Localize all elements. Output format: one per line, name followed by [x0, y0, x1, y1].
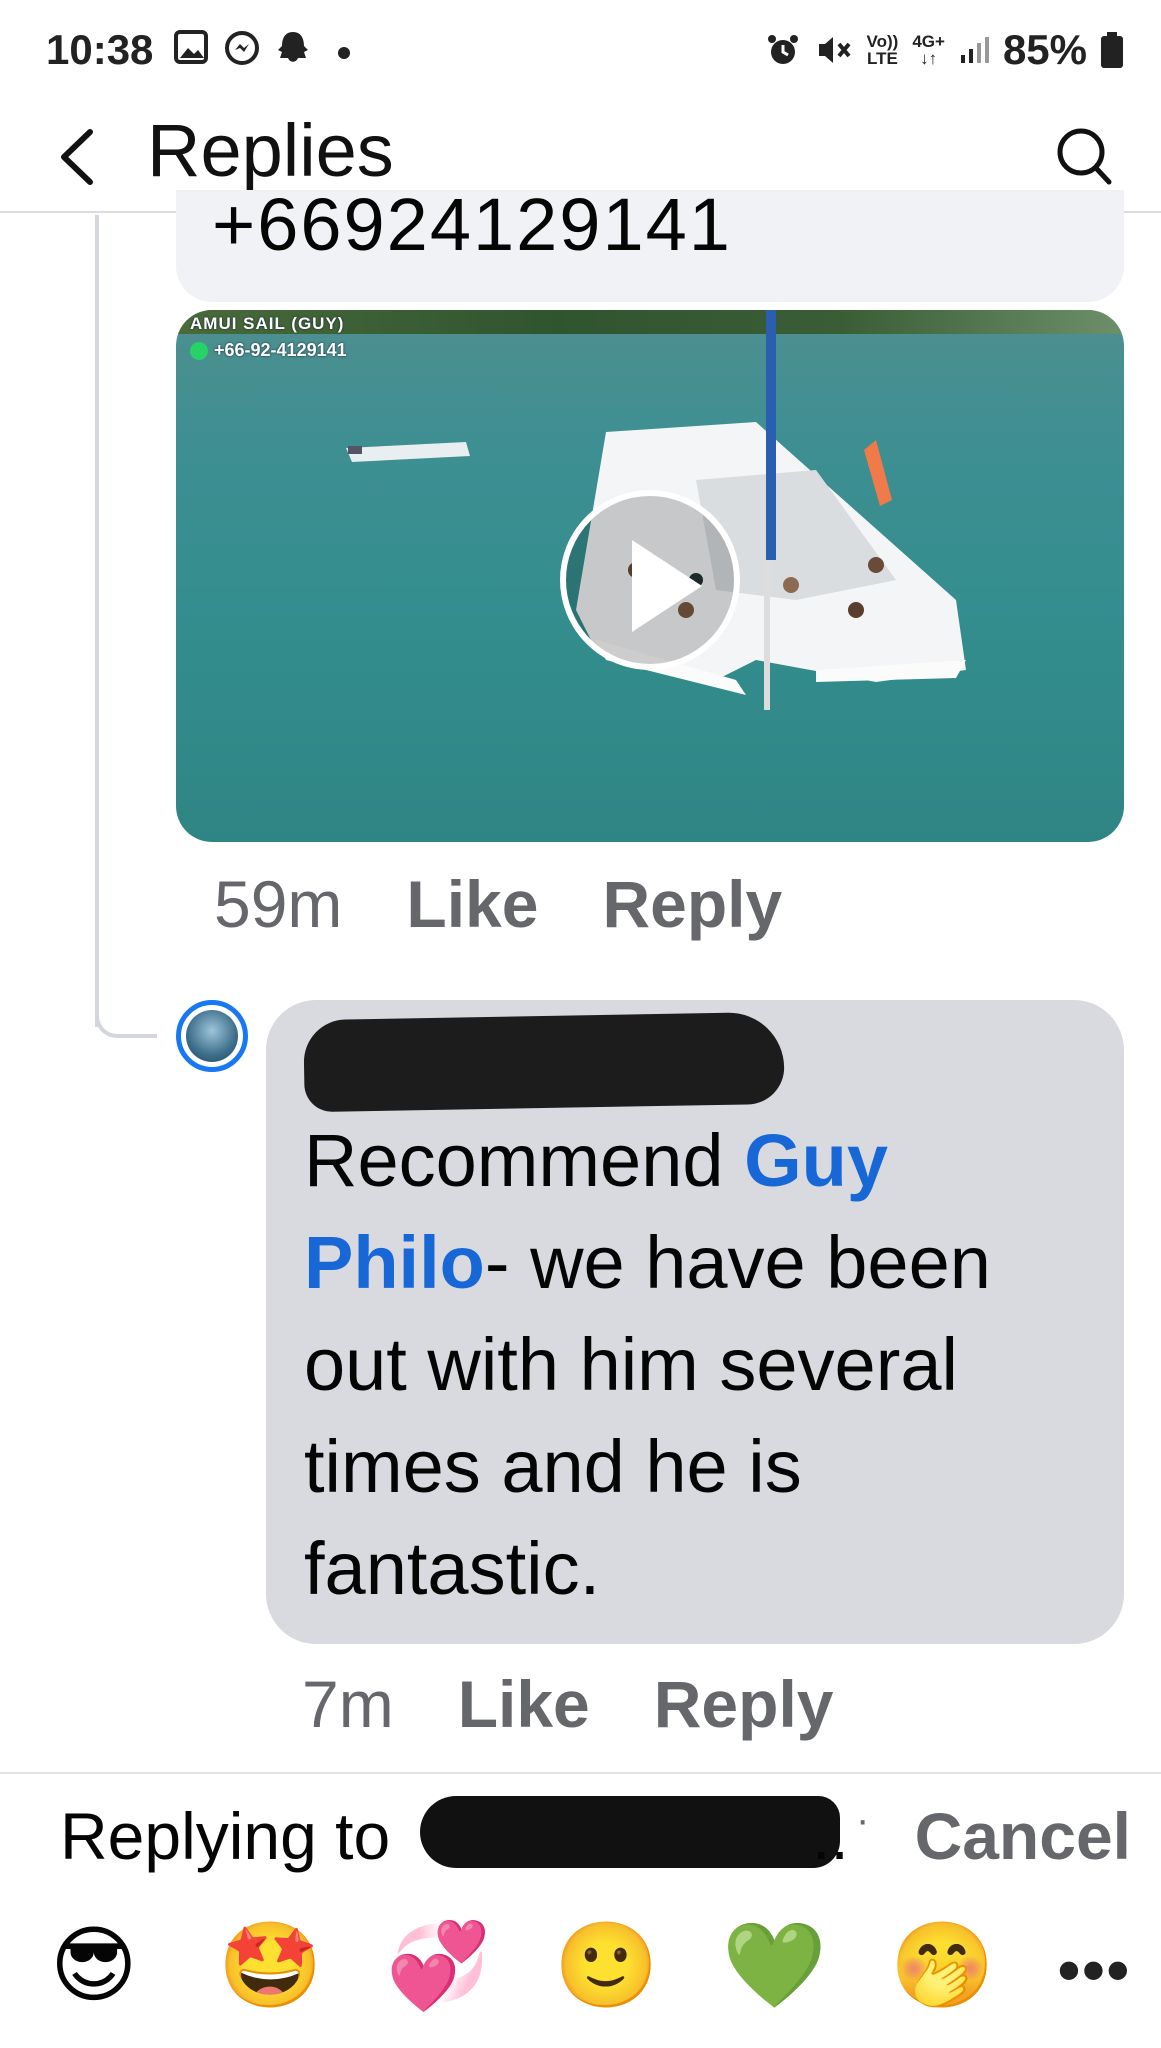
play-button[interactable] [560, 490, 740, 670]
redacted-recipient-name [420, 1796, 840, 1868]
snapchat-icon [278, 32, 308, 62]
name-ellipsis: .. [812, 1799, 849, 1873]
cancel-button[interactable]: Cancel [915, 1798, 1131, 1874]
replying-to-label: Replying to [60, 1799, 391, 1873]
reply-button[interactable]: Reply [654, 1666, 834, 1742]
signal-icon [960, 37, 989, 63]
emoji-suggestion-bar: 😎 🤩 💞 🙂 💚 🤭 ••• [0, 1905, 1161, 2048]
comment-meta-1: 59m Like Reply [214, 866, 782, 942]
back-arrow-icon[interactable] [48, 122, 108, 192]
emoji-slight-smile[interactable]: 🙂 [554, 1915, 659, 2015]
alarm-icon [767, 35, 798, 64]
status-bar: 10:38 Vo)) LTE 4G+ ↓↑ 85% [0, 0, 1161, 100]
more-options-icon[interactable]: ••• [1058, 1933, 1131, 2007]
gallery-icon [174, 30, 208, 64]
network-type-indicator: 4G+ ↓↑ [912, 32, 945, 68]
video-attachment[interactable]: AMUI SAIL (GUY) +66-92-4129141 [176, 310, 1124, 842]
thread-connector [95, 980, 157, 1038]
comment-time: 59m [214, 867, 343, 941]
emoji-green-heart[interactable]: 💚 [722, 1915, 827, 2015]
emoji-sunglasses[interactable]: 😎 [50, 1915, 138, 2015]
search-icon[interactable] [1051, 120, 1117, 192]
avatar-image [186, 1010, 238, 1062]
battery-percent: 85% [1002, 26, 1087, 73]
emoji-hand-over-mouth[interactable]: 🤭 [890, 1915, 995, 2015]
phone-number-text: +66924129141 [212, 190, 732, 266]
like-button[interactable]: Like [406, 866, 538, 942]
comment-meta-2: 7m Like Reply [302, 1666, 834, 1742]
notification-dot [338, 47, 350, 59]
replying-to-bar: Replying to .. · Cancel [0, 1772, 1161, 1902]
avatar[interactable] [176, 1000, 248, 1072]
comment-time: 7m [302, 1667, 394, 1741]
redacted-author-name [303, 1011, 785, 1113]
comment-text: Recommend Guy Philo- we have been out wi… [304, 1119, 991, 1610]
comment-bubble-top: +66924129141 [176, 190, 1124, 302]
like-button[interactable]: Like [458, 1666, 590, 1742]
comment-bubble: Recommend Guy Philo- we have been out wi… [266, 1000, 1124, 1644]
battery-icon [1101, 32, 1123, 68]
emoji-revolving-hearts[interactable]: 💞 [386, 1915, 491, 2015]
separator-dot: · [856, 1798, 870, 1842]
play-icon [632, 540, 702, 632]
messenger-icon [225, 31, 259, 65]
reply-button[interactable]: Reply [602, 866, 782, 942]
mute-icon [818, 37, 851, 63]
thread-line [95, 215, 99, 1027]
status-time: 10:38 [46, 26, 154, 73]
volte-indicator: Vo)) LTE [866, 32, 899, 68]
emoji-star-struck[interactable]: 🤩 [218, 1915, 323, 2015]
page-title: Replies [147, 109, 394, 192]
